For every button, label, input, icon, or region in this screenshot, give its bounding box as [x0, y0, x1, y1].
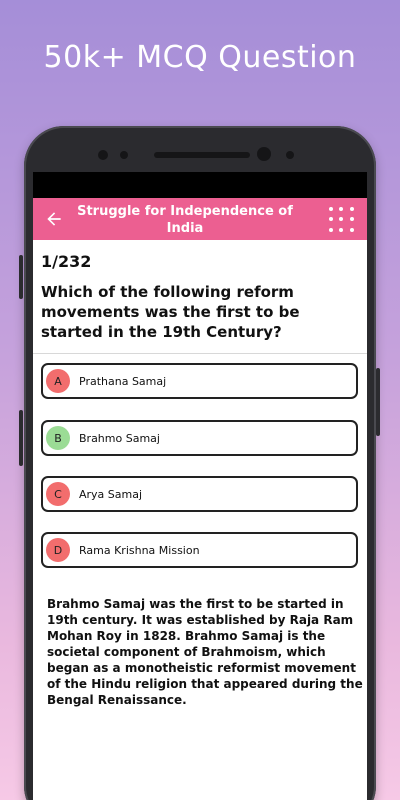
grid-dots-icon — [339, 227, 344, 232]
option-label: Rama Krishna Mission — [79, 543, 200, 557]
grid-dots-icon — [329, 207, 333, 211]
grid-dots-icon — [339, 217, 344, 222]
app-screen: Struggle for Independence of India 1/232… — [33, 198, 367, 800]
status-bar — [33, 172, 367, 198]
phone-power-button — [376, 368, 380, 436]
option-label: Brahmo Samaj — [79, 431, 160, 445]
back-button[interactable] — [41, 206, 67, 232]
option-label: Prathana Samaj — [79, 374, 167, 388]
grid-dots-icon — [349, 207, 354, 211]
divider — [33, 353, 367, 354]
phone-sensor — [98, 150, 108, 160]
option-letter-badge: C — [46, 482, 70, 506]
arrow-left-icon — [47, 212, 61, 226]
page-title: Struggle for Independence of India — [77, 204, 293, 236]
grid-dots-icon — [329, 227, 333, 232]
phone-volume-button — [19, 410, 23, 466]
menu-button[interactable] — [327, 205, 357, 235]
option-d-button[interactable]: D Rama Krishna Mission — [41, 532, 358, 568]
option-label: Arya Samaj — [79, 487, 143, 501]
phone-speaker — [154, 152, 250, 158]
question-text: Which of the following reform movements … — [41, 283, 300, 341]
promo-headline: 50k+ MCQ Question — [43, 40, 357, 75]
option-letter-badge: B — [46, 426, 70, 450]
answer-explanation: Brahmo Samaj was the first to be started… — [47, 597, 363, 707]
question-counter: 1/232 — [41, 252, 92, 271]
phone-volume-button — [19, 255, 23, 299]
grid-dots-icon — [349, 217, 354, 222]
option-c-button[interactable]: C Arya Samaj — [41, 476, 358, 512]
option-letter-badge: A — [46, 369, 70, 393]
phone-camera — [257, 147, 271, 161]
grid-dots-icon — [329, 217, 333, 222]
option-a-button[interactable]: A Prathana Samaj — [41, 363, 358, 399]
phone-sensor — [120, 151, 128, 159]
grid-dots-icon — [349, 227, 354, 232]
option-letter-badge: D — [46, 538, 70, 562]
app-bar: Struggle for Independence of India — [33, 198, 367, 240]
phone-sensor — [286, 151, 294, 159]
option-b-button[interactable]: B Brahmo Samaj — [41, 420, 358, 456]
grid-dots-icon — [339, 207, 344, 211]
